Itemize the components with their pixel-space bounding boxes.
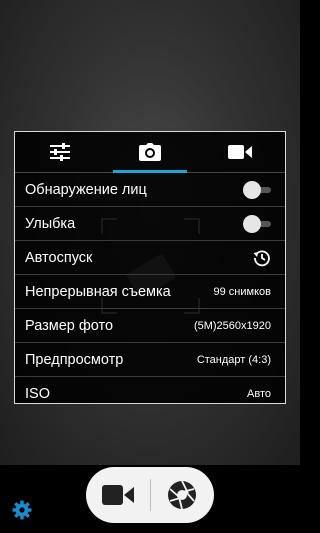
sliders-icon (50, 143, 70, 161)
setting-label: ISO (25, 385, 50, 402)
setting-label: Обнаружение лиц (25, 181, 147, 198)
setting-value: (5M)2560x1920 (193, 319, 271, 332)
tab-video-settings[interactable] (195, 132, 285, 172)
setting-preview[interactable]: Предпросмотр Стандарт (4:3) (15, 343, 285, 377)
settings-button[interactable] (12, 500, 32, 525)
setting-label: Непрерывная съемка (25, 283, 171, 300)
settings-tabs (15, 132, 285, 173)
setting-value: 99 снимков (213, 285, 271, 298)
gear-icon (12, 500, 32, 520)
setting-value: Стандарт (4:3) (196, 353, 271, 366)
video-camera-icon (101, 485, 134, 505)
face-detection-toggle[interactable] (243, 180, 271, 199)
tab-photo-settings[interactable] (105, 132, 195, 173)
setting-label: Автоспуск (25, 249, 93, 266)
setting-burst[interactable]: Непрерывная съемка 99 снимков (15, 275, 285, 309)
setting-self-timer[interactable]: Автоспуск (15, 241, 285, 275)
video-camera-icon (228, 145, 252, 159)
shutter-button[interactable] (151, 467, 215, 523)
setting-label: Предпросмотр (25, 351, 124, 368)
setting-label: Размер фото (25, 317, 114, 334)
camera-icon (139, 143, 161, 161)
video-record-button[interactable] (86, 467, 150, 523)
setting-smile[interactable]: Улыбка (15, 207, 285, 241)
smile-toggle[interactable] (243, 214, 271, 233)
camera-settings-panel: Обнаружение лиц Улыбка Автоспуск Непреры… (14, 131, 286, 404)
setting-iso[interactable]: ISO Авто (15, 377, 285, 403)
setting-value: Авто (247, 387, 271, 400)
setting-label: Улыбка (25, 215, 76, 232)
aperture-icon (168, 480, 197, 510)
toggle-thumb (243, 180, 261, 199)
tab-general-settings[interactable] (15, 132, 105, 172)
toggle-thumb (243, 214, 261, 233)
capture-controls (86, 467, 214, 523)
setting-photo-size[interactable]: Размер фото (5M)2560x1920 (15, 309, 285, 343)
setting-face-detection[interactable]: Обнаружение лиц (15, 173, 285, 207)
timer-icon (253, 249, 270, 266)
